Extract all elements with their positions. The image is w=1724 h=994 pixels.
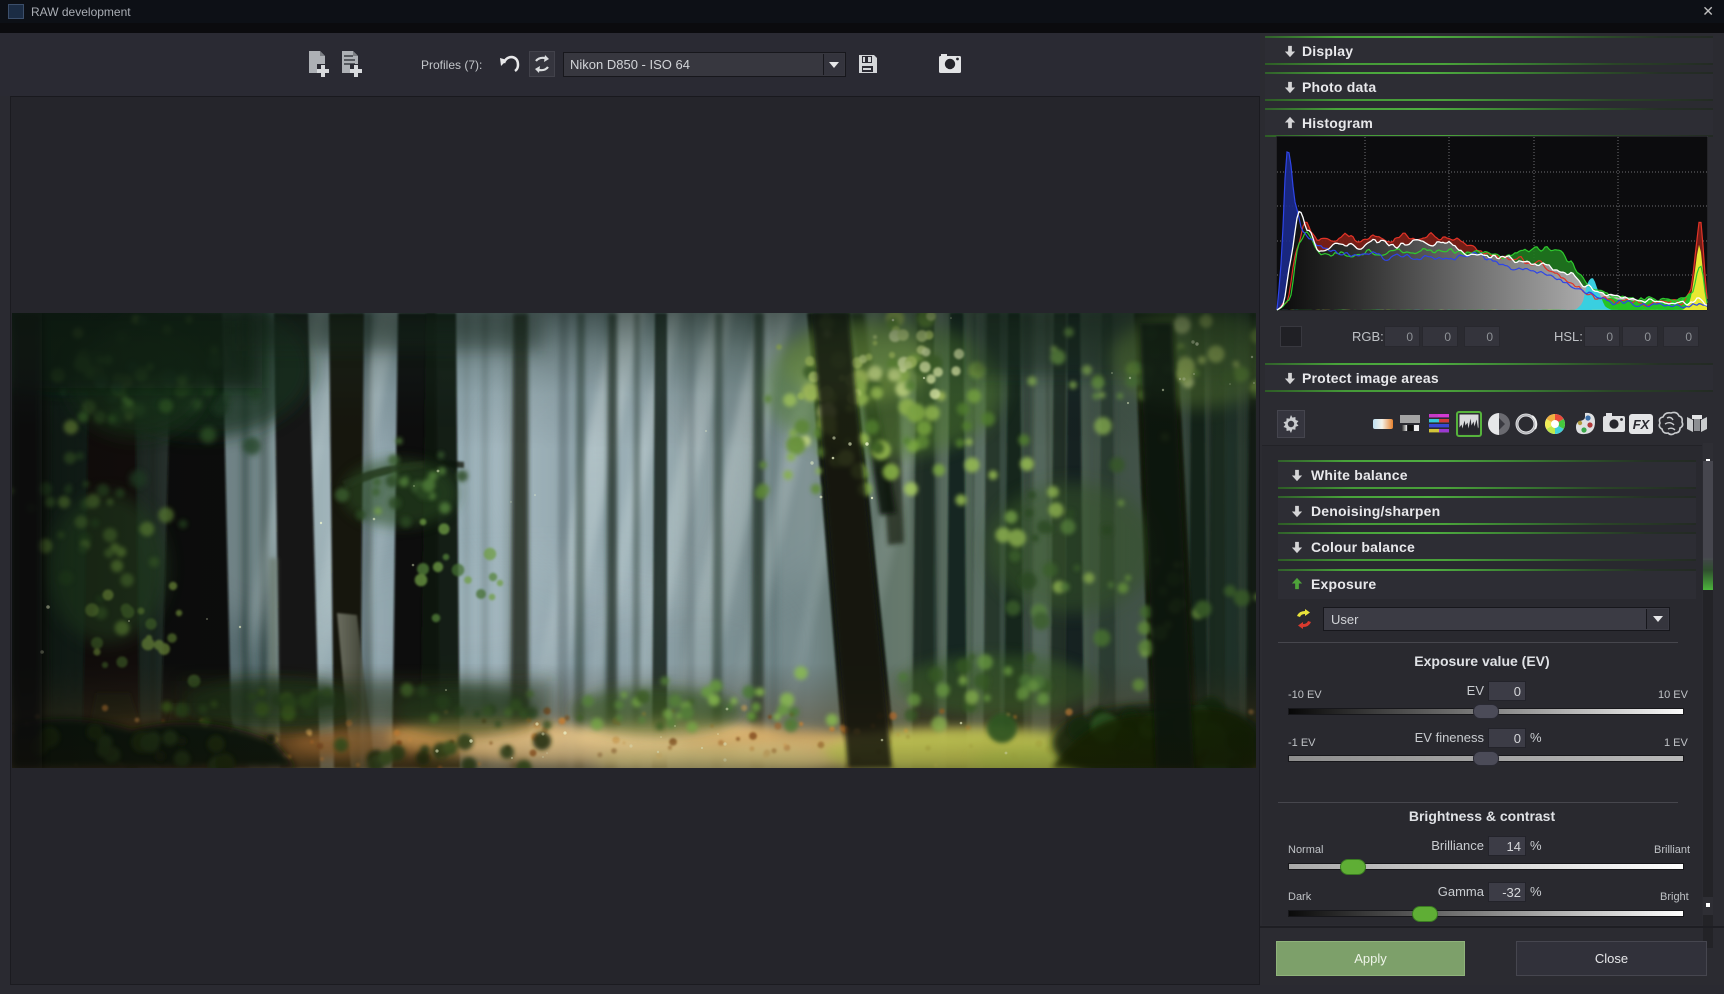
- svg-text:FX: FX: [1633, 417, 1651, 432]
